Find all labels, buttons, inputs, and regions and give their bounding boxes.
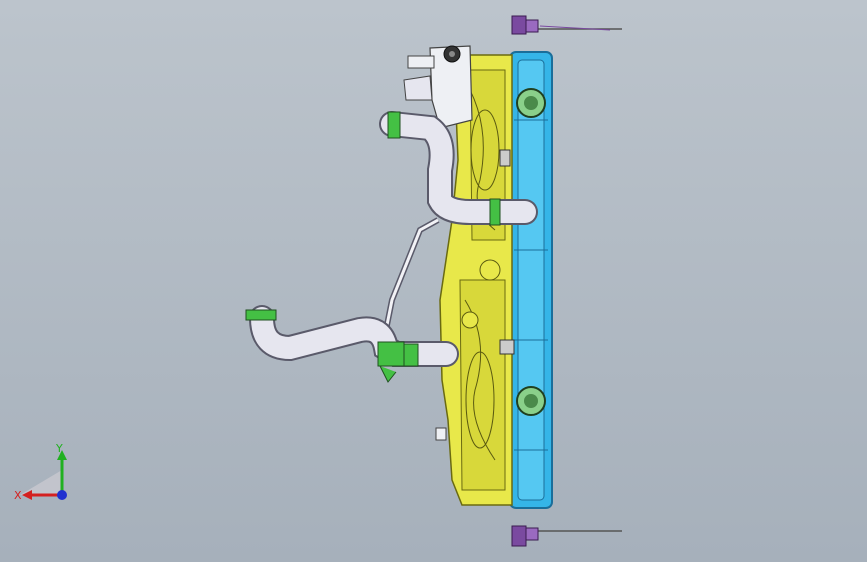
- radiator-assembly-model[interactable]: [0, 0, 867, 562]
- bypass-pipe[interactable]: [383, 217, 440, 331]
- lower-radiator-hose[interactable]: [245, 305, 459, 383]
- bottom-mounting-bracket[interactable]: [511, 525, 622, 547]
- radiator-tank[interactable]: [509, 51, 553, 509]
- cad-viewport[interactable]: Y X: [0, 0, 867, 562]
- y-axis-label: Y: [55, 442, 63, 455]
- coordinate-triad-icon: Y X: [14, 442, 67, 502]
- z-axis-dot: [57, 490, 67, 500]
- top-mounting-bracket[interactable]: [511, 15, 622, 35]
- x-axis-label: X: [14, 489, 22, 502]
- shroud-bolt: [435, 427, 447, 441]
